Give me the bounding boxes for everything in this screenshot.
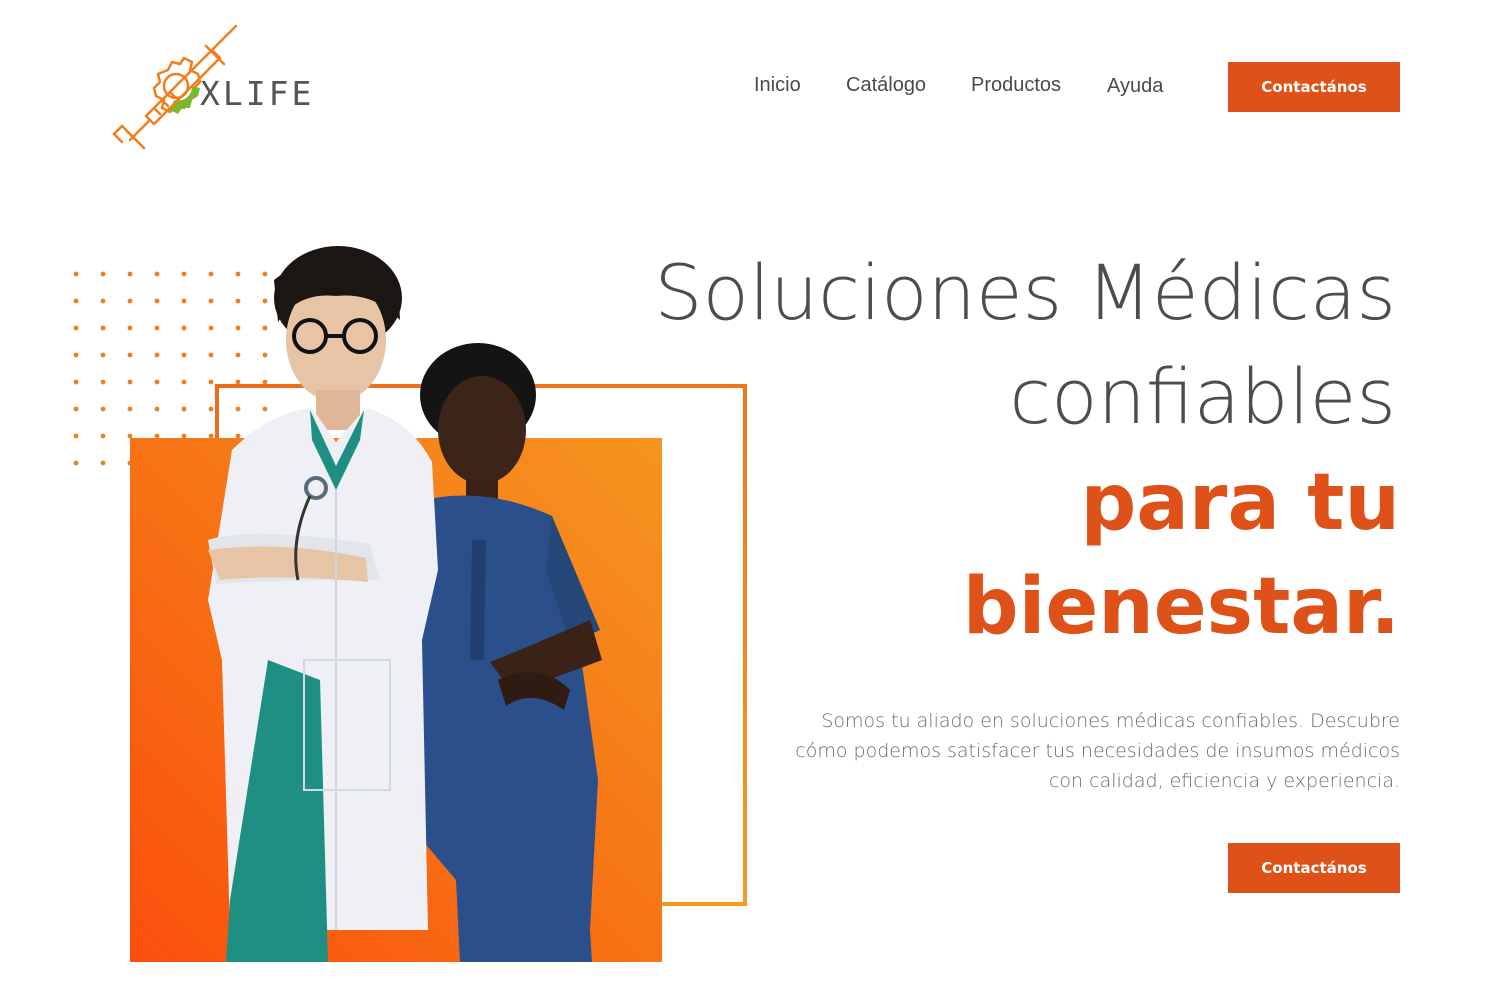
nurse-figure [410,343,602,962]
nav-productos[interactable]: Productos [971,74,1061,97]
logo[interactable]: XLIFE [108,22,318,152]
hero-description: Somos tu aliado en soluciones médicas co… [795,710,1400,792]
nav-ayuda[interactable]: Ayuda [1107,75,1163,98]
brand-name: XLIFE [200,74,315,113]
doctor-figure [208,246,438,962]
nav-catalogo[interactable]: Catálogo [846,74,926,97]
hero-title-line1: Soluciones Médicas [654,248,1396,337]
hero-title-line3: para tu [1080,458,1400,548]
hero-contact-button[interactable]: Contactános [1228,843,1400,893]
nav-inicio[interactable]: Inicio [754,74,801,97]
header-contact-button[interactable]: Contactános [1228,62,1400,112]
hero-title-line2: confiables [1009,352,1396,441]
medical-staff-photo [208,246,602,962]
hero-title-line4: bienestar. [962,562,1400,652]
